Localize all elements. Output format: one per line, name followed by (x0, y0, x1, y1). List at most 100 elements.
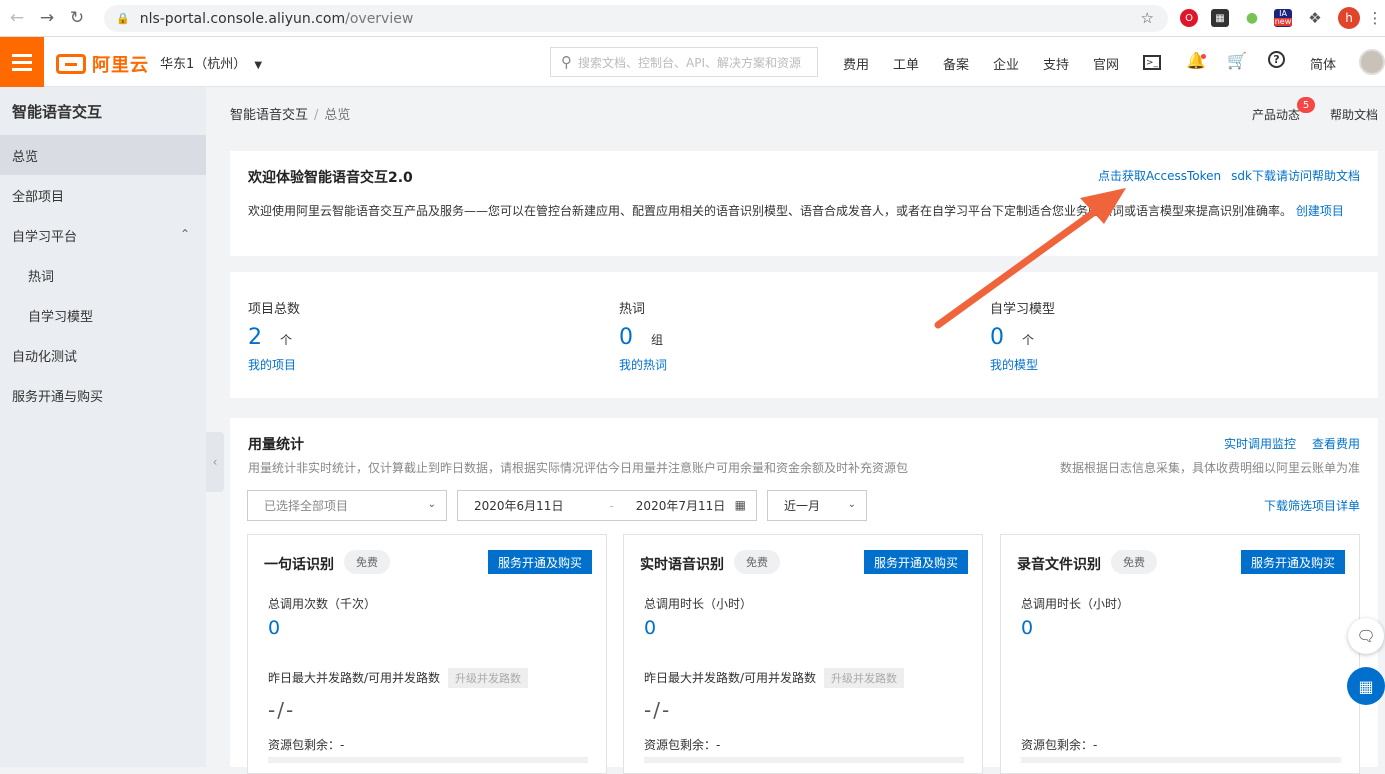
reload-icon[interactable]: ↻ (62, 3, 92, 33)
concurrency-label: 昨日最大并发路数/可用并发路数 升级并发路数 (644, 668, 905, 688)
stat-value: 2 (248, 325, 262, 350)
breadcrumb: 智能语音交互 / 总览 (230, 108, 351, 123)
grid-extension-icon[interactable]: ▦ (1211, 9, 1229, 27)
chevron-down-icon: ⌄ (427, 499, 436, 510)
sidebar-item-purchase[interactable]: 服务开通与购买 (0, 375, 206, 415)
back-icon[interactable]: ← (2, 3, 32, 33)
terminal-icon[interactable]: >_ (1143, 55, 1161, 70)
get-access-token-link[interactable]: 点击获取AccessToken (1098, 169, 1221, 183)
concurrency-label: 昨日最大并发路数/可用并发路数 升级并发路数 (268, 668, 529, 688)
upgrade-concurrency-button[interactable]: 升级并发路数 (448, 668, 529, 688)
metric-value: 0 (268, 617, 281, 639)
help-docs-link[interactable]: 帮助文档 (1330, 106, 1378, 123)
usage-note: 数据根据日志信息采集，具体收费明细以阿里云账单为准 (1059, 461, 1360, 475)
realtime-monitor-link[interactable]: 实时调用监控 (1224, 437, 1296, 451)
product-card-file-asr: 录音文件识别 免费 服务开通及购买 总调用时长（小时） 0 资源包剩余：- (1000, 534, 1360, 774)
sidebar-item-models[interactable]: 自学习模型 (0, 295, 206, 335)
purchase-button[interactable]: 服务开通及购买 (863, 550, 968, 574)
new-label: new (1273, 17, 1293, 26)
resource-progress-bar (644, 757, 964, 763)
sidebar-item-self-learning[interactable]: 自学习平台 ⌃ (0, 215, 206, 255)
product-news-link[interactable]: 产品动态 (1252, 106, 1300, 123)
android-extension-icon[interactable]: ● (1243, 9, 1261, 27)
sidebar-item-all-projects[interactable]: 全部项目 (0, 175, 206, 215)
language-switch[interactable]: 简体 (1310, 54, 1336, 73)
metric-value: 0 (1021, 617, 1034, 639)
project-select[interactable]: 已选择全部项目 ⌄ (247, 490, 447, 521)
nav-support[interactable]: 支持 (1043, 54, 1069, 73)
free-badge: 免费 (734, 550, 780, 574)
browser-toolbar: ← → ↻ 🔒 nls-portal.console.aliyun.com/ov… (0, 0, 1385, 37)
upgrade-concurrency-button[interactable]: 升级并发路数 (824, 668, 905, 688)
search-input[interactable]: ⚲ 搜索文档、控制台、API、解决方案和资源 (550, 47, 818, 77)
product-title: 一句话识别 (264, 557, 334, 573)
stat-value: 0 (619, 325, 633, 350)
usage-card: 用量统计 用量统计非实时统计，仅计算截止到昨日数据，请根据实际情况评估今日用量并… (230, 418, 1378, 774)
sidebar-item-overview[interactable]: 总览 (0, 135, 206, 175)
profile-avatar[interactable]: h (1338, 7, 1360, 29)
cart-icon[interactable]: 🛒 (1227, 51, 1247, 70)
menu-icon[interactable] (0, 37, 44, 87)
aliyun-logo[interactable]: 阿里云 (56, 51, 149, 77)
stat-projects: 项目总数 2个 我的项目 (248, 302, 301, 373)
chevron-down-icon: ⌄ (847, 499, 856, 510)
view-fees-link[interactable]: 查看费用 (1312, 437, 1360, 451)
my-hotwords-link[interactable]: 我的热词 (619, 356, 667, 373)
range-select[interactable]: 近一月 ⌄ (767, 490, 867, 521)
chat-icon: 🗨 (1356, 627, 1376, 645)
sdk-download-link[interactable]: sdk下载请访问帮助文档 (1231, 169, 1360, 183)
breadcrumb-current: 总览 (324, 108, 351, 123)
stat-value: 0 (990, 325, 1004, 350)
download-details-link[interactable]: 下载筛选项目详单 (1264, 497, 1360, 514)
concurrency-value: -/- (268, 698, 296, 722)
breadcrumb-root[interactable]: 智能语音交互 (230, 108, 308, 123)
stats-card: 项目总数 2个 我的项目 热词 0组 我的热词 自学习模型 0个 我的模型 (230, 272, 1378, 398)
opera-extension-icon[interactable]: O (1180, 9, 1198, 27)
nav-tickets[interactable]: 工单 (893, 54, 919, 73)
my-models-link[interactable]: 我的模型 (990, 356, 1055, 373)
forward-icon[interactable]: → (32, 3, 62, 33)
nav-fees[interactable]: 费用 (843, 54, 869, 73)
purchase-button[interactable]: 服务开通及购买 (1240, 550, 1345, 574)
sidebar-item-hotwords[interactable]: 热词 (0, 255, 206, 295)
search-icon: ⚲ (561, 53, 572, 71)
product-title: 录音文件识别 (1017, 557, 1101, 573)
sidebar-title: 智能语音交互 (12, 102, 103, 121)
purchase-button[interactable]: 服务开通及购买 (487, 550, 592, 574)
nav-enterprise[interactable]: 企业 (993, 54, 1019, 73)
lock-icon: 🔒 (116, 12, 130, 25)
app-grid-button[interactable]: ▦ (1347, 667, 1385, 705)
chevron-left-icon: ‹ (212, 455, 218, 469)
chevron-up-icon: ⌃ (179, 227, 190, 241)
search-placeholder: 搜索文档、控制台、API、解决方案和资源 (578, 55, 801, 70)
nav-filing[interactable]: 备案 (943, 54, 969, 73)
puzzle-extension-icon[interactable]: ❖ (1306, 9, 1324, 27)
sidebar: 智能语音交互 总览 全部项目 自学习平台 ⌃ 热词 自学习模型 自动化测试 服务开… (0, 87, 206, 767)
nav-official-site[interactable]: 官网 (1093, 54, 1119, 73)
address-bar[interactable]: 🔒 nls-portal.console.aliyun.com/overview… (104, 5, 1168, 32)
date-range-picker[interactable]: 2020年6月11日 - 2020年7月11日 ▦ (457, 490, 757, 521)
help-icon[interactable]: ? (1268, 51, 1285, 68)
console-header: 阿里云 华东1（杭州） ▼ ⚲ 搜索文档、控制台、API、解决方案和资源 费用 … (0, 37, 1385, 87)
welcome-card: 欢迎体验智能语音交互2.0 点击获取AccessToken sdk下载请访问帮助文… (230, 151, 1378, 256)
new-extension-icon[interactable]: IA new (1273, 9, 1293, 27)
sidebar-item-auto-test[interactable]: 自动化测试 (0, 335, 206, 375)
url-path: /overview (345, 10, 414, 27)
feedback-chat-button[interactable]: 🗨 (1348, 618, 1384, 654)
bookmark-star-icon[interactable]: ☆ (1141, 9, 1154, 27)
resource-progress-bar (1021, 757, 1341, 763)
resource-remaining: 资源包剩余：- (1021, 738, 1098, 752)
stat-hotwords: 热词 0组 我的热词 (619, 302, 668, 373)
create-project-link[interactable]: 创建项目 (1296, 204, 1344, 218)
avatar[interactable] (1359, 49, 1385, 75)
date-end: 2020年7月11日 (635, 499, 726, 513)
sidebar-collapse-handle[interactable]: ‹ (206, 432, 224, 492)
free-badge: 免费 (344, 550, 390, 574)
welcome-links: 点击获取AccessToken sdk下载请访问帮助文档 (1088, 167, 1360, 184)
product-card-realtime-asr: 实时语音识别 免费 服务开通及购买 总调用时长（小时） 0 昨日最大并发路数/可… (623, 534, 983, 774)
browser-menu-icon[interactable]: ⋮ (1366, 9, 1384, 27)
calendar-icon: ▦ (734, 498, 746, 512)
metric-value: 0 (644, 617, 657, 639)
my-projects-link[interactable]: 我的项目 (248, 356, 300, 373)
region-selector[interactable]: 华东1（杭州） ▼ (160, 53, 262, 72)
